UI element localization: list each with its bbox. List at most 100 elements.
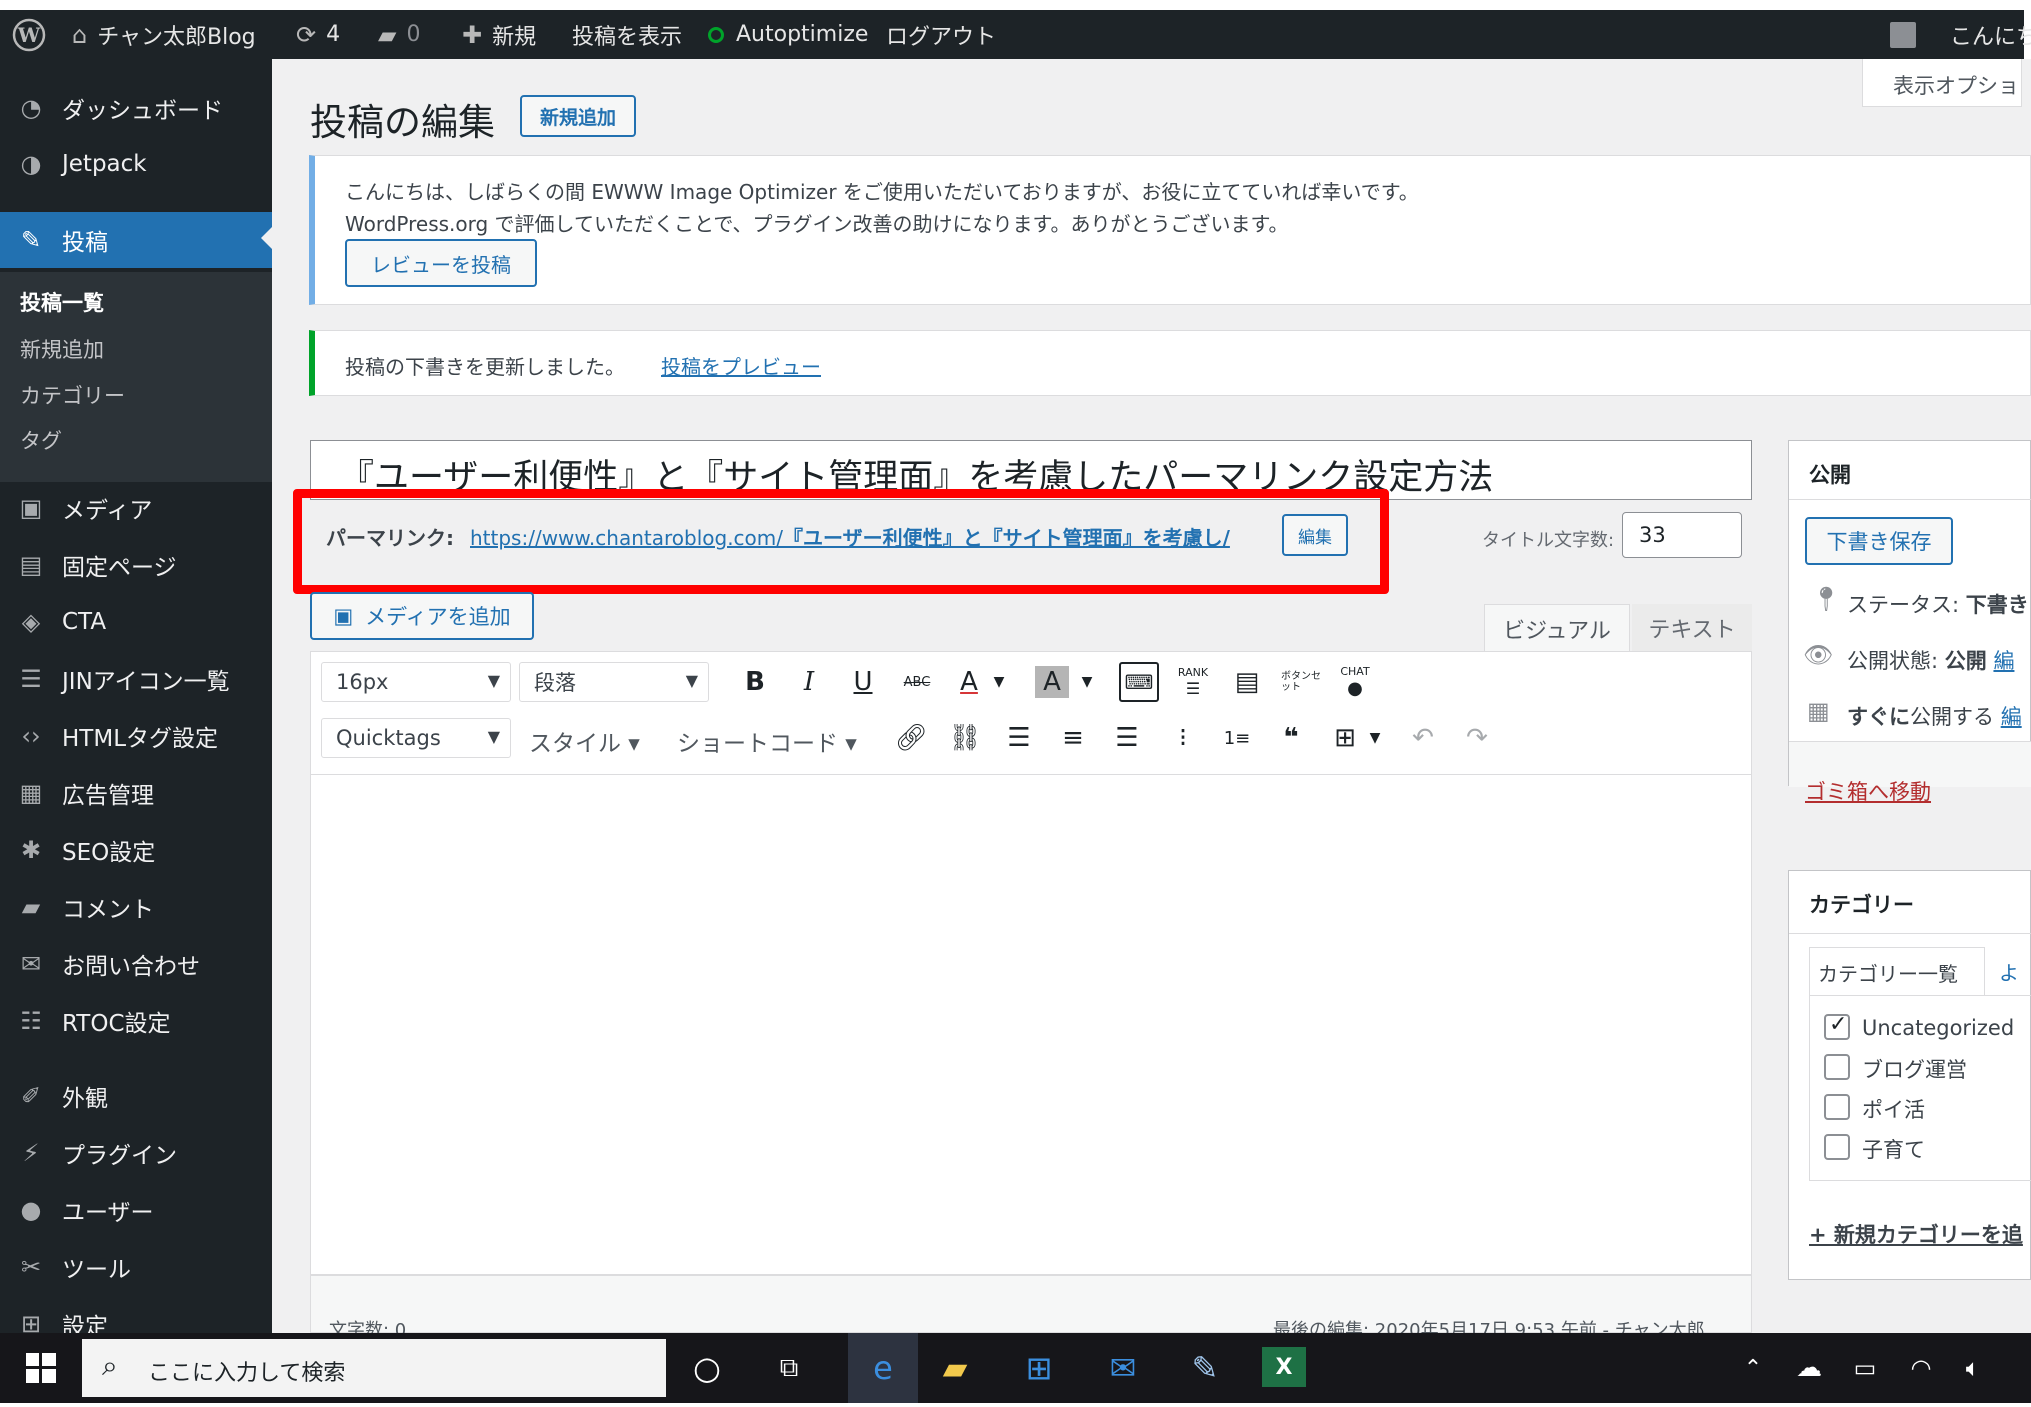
updates-icon: ⟳: [296, 20, 317, 49]
tab-visual[interactable]: ビジュアル: [1484, 604, 1630, 652]
sidebar-item-posts[interactable]: ✎ 投稿: [0, 212, 272, 268]
new-content-link[interactable]: ✚ 新規: [462, 10, 536, 59]
greeting[interactable]: こんにち: [1950, 10, 2031, 59]
sidebar-item-contact[interactable]: ✉ お問い合わせ: [0, 938, 272, 990]
submenu-tags[interactable]: タグ: [20, 425, 62, 455]
button-set-icon[interactable]: ボタンセット: [1281, 662, 1321, 702]
view-post-link[interactable]: 投稿を表示: [572, 10, 682, 59]
sidebar-item-dashboard[interactable]: ◔ ダッシュボード: [0, 82, 272, 134]
submenu-add-new[interactable]: 新規追加: [20, 334, 104, 364]
blockquote-icon[interactable]: ❝: [1271, 718, 1311, 758]
media-icon: ▣: [333, 604, 354, 628]
wordpress-logo-icon[interactable]: W: [12, 10, 46, 59]
submenu-categories[interactable]: カテゴリー: [20, 380, 125, 410]
category-checkbox[interactable]: [1824, 1094, 1850, 1120]
sidebar-item-cta[interactable]: ◈ CTA: [0, 596, 272, 648]
quicktags-select[interactable]: Quicktags ▼: [321, 718, 511, 758]
windows-start-icon[interactable]: [16, 1343, 66, 1393]
chevron-down-icon[interactable]: ▼: [979, 662, 1019, 702]
autoptimize-status-icon: [708, 26, 724, 43]
unlink-icon[interactable]: ⛓︎: [945, 718, 985, 758]
strikethrough-icon[interactable]: ABC: [897, 662, 937, 702]
sidebar-item-ads[interactable]: ▦ 広告管理: [0, 767, 272, 819]
sidebar-item-jetpack[interactable]: ◑ Jetpack: [0, 138, 272, 190]
comments-link[interactable]: ▰ 0: [378, 10, 420, 59]
task-view-icon[interactable]: ⧉: [764, 1343, 814, 1393]
shortcode-dropdown[interactable]: ショートコード ▾: [677, 724, 857, 758]
updates-link[interactable]: ⟳ 4: [296, 10, 340, 59]
category-checkbox[interactable]: [1824, 1054, 1850, 1080]
sidebar-item-rtoc[interactable]: ☷ RTOC設定: [0, 995, 272, 1047]
sidebar-item-label: ダッシュボード: [62, 98, 223, 124]
tab-text[interactable]: テキスト: [1632, 604, 1752, 652]
store-icon[interactable]: ⊞: [1014, 1343, 1064, 1393]
visibility-row: 公開状態: 公開 編: [1847, 649, 2015, 673]
sidebar-item-seo[interactable]: ✱ SEO設定: [0, 824, 272, 876]
sidebar-item-users[interactable]: ● ユーザー: [0, 1184, 272, 1236]
sidebar-item-html-tags[interactable]: ‹› HTMLタグ設定: [0, 710, 272, 762]
paint-icon[interactable]: ✎: [1180, 1343, 1230, 1393]
align-left-icon[interactable]: ☰: [999, 718, 1039, 758]
submenu-all-posts[interactable]: 投稿一覧: [20, 287, 104, 317]
align-center-icon[interactable]: ≡: [1053, 718, 1093, 758]
publish-box-title: 公開: [1809, 463, 1851, 487]
battery-icon[interactable]: ▭: [1840, 1343, 1890, 1393]
screen-options-button[interactable]: 表示オプショ: [1862, 59, 2022, 107]
sidebar-item-comments[interactable]: ▰ コメント: [0, 881, 272, 933]
style-dropdown[interactable]: スタイル ▾: [529, 724, 640, 758]
pin-icon: 📍︎: [1811, 585, 1842, 613]
redo-icon[interactable]: ↷: [1457, 718, 1497, 758]
avatar[interactable]: [1890, 10, 1916, 59]
background-color-icon[interactable]: A: [1035, 666, 1069, 698]
tab-popular-categories[interactable]: よ: [1999, 957, 2019, 986]
rank-icon[interactable]: RANK ☰: [1173, 662, 1213, 702]
save-draft-button[interactable]: 下書き保存: [1805, 517, 1953, 565]
site-name-link[interactable]: ⌂ チャン太郎Blog: [72, 10, 256, 59]
add-media-button[interactable]: ▣ メディアを追加: [310, 592, 534, 640]
taskbar-search-box[interactable]: ⌕ ここに入力して検索: [82, 1339, 666, 1397]
italic-icon[interactable]: I: [789, 662, 829, 702]
sidebar-item-media[interactable]: ▣ メディア: [0, 482, 272, 534]
preview-post-link[interactable]: 投稿をプレビュー: [661, 351, 821, 380]
paragraph-select[interactable]: 段落 ▼: [519, 662, 709, 702]
sidebar-item-jin-icons[interactable]: ☰ JINアイコン一覧: [0, 653, 272, 705]
link-icon[interactable]: 🔗︎: [891, 718, 931, 758]
cortana-icon[interactable]: ○: [682, 1343, 732, 1393]
excel-icon[interactable]: X: [1262, 1347, 1306, 1387]
bullet-list-icon[interactable]: ⁝: [1163, 718, 1203, 758]
add-new-category-link[interactable]: + 新規カテゴリーを追: [1809, 1219, 2023, 1249]
chevron-down-icon: ▼: [487, 727, 500, 746]
post-review-button[interactable]: レビューを投稿: [345, 239, 537, 287]
numbered-list-icon[interactable]: 1≡: [1217, 718, 1257, 758]
move-to-trash-link[interactable]: ゴミ箱へ移動: [1805, 776, 1931, 806]
mail-app-icon[interactable]: ✉: [1098, 1343, 1148, 1393]
undo-icon[interactable]: ↶: [1403, 718, 1443, 758]
title-count-field[interactable]: 33: [1622, 512, 1742, 558]
sidebar-item-plugins[interactable]: ⚡ プラグイン: [0, 1127, 272, 1179]
category-checkbox[interactable]: [1824, 1134, 1850, 1160]
chevron-down-icon[interactable]: ▼: [1067, 662, 1107, 702]
align-right-icon[interactable]: ☰: [1107, 718, 1147, 758]
table-list-icon[interactable]: ▤: [1227, 662, 1267, 702]
edge-browser-icon[interactable]: e: [848, 1333, 918, 1403]
underline-icon[interactable]: U: [843, 662, 883, 702]
bold-icon[interactable]: B: [735, 662, 775, 702]
add-new-post-button[interactable]: 新規追加: [520, 95, 636, 137]
logout-link[interactable]: ログアウト: [886, 10, 996, 59]
autoptimize-link[interactable]: Autoptimize: [708, 10, 868, 59]
sidebar-item-appearance[interactable]: ✐ 外観: [0, 1070, 272, 1122]
keyboard-icon[interactable]: ⌨: [1119, 662, 1159, 702]
font-size-select[interactable]: 16px ▼: [321, 662, 511, 702]
wifi-icon[interactable]: ◠: [1896, 1343, 1946, 1393]
tab-all-categories[interactable]: カテゴリー一覧: [1809, 947, 1985, 995]
chat-icon[interactable]: CHAT ●: [1335, 662, 1375, 702]
file-explorer-icon[interactable]: ▰: [930, 1343, 980, 1393]
volume-icon[interactable]: 🔈︎: [1948, 1343, 1998, 1393]
chevron-down-icon[interactable]: ▼: [1355, 718, 1395, 758]
sidebar-item-pages[interactable]: ▤ 固定ページ: [0, 539, 272, 591]
onedrive-icon[interactable]: ☁: [1784, 1343, 1834, 1393]
category-checkbox[interactable]: ✓: [1824, 1012, 1850, 1040]
sidebar-item-tools[interactable]: ✂ ツール: [0, 1241, 272, 1293]
editor-content-area[interactable]: [310, 775, 1752, 1275]
chevron-up-icon[interactable]: ⌃: [1728, 1343, 1778, 1393]
